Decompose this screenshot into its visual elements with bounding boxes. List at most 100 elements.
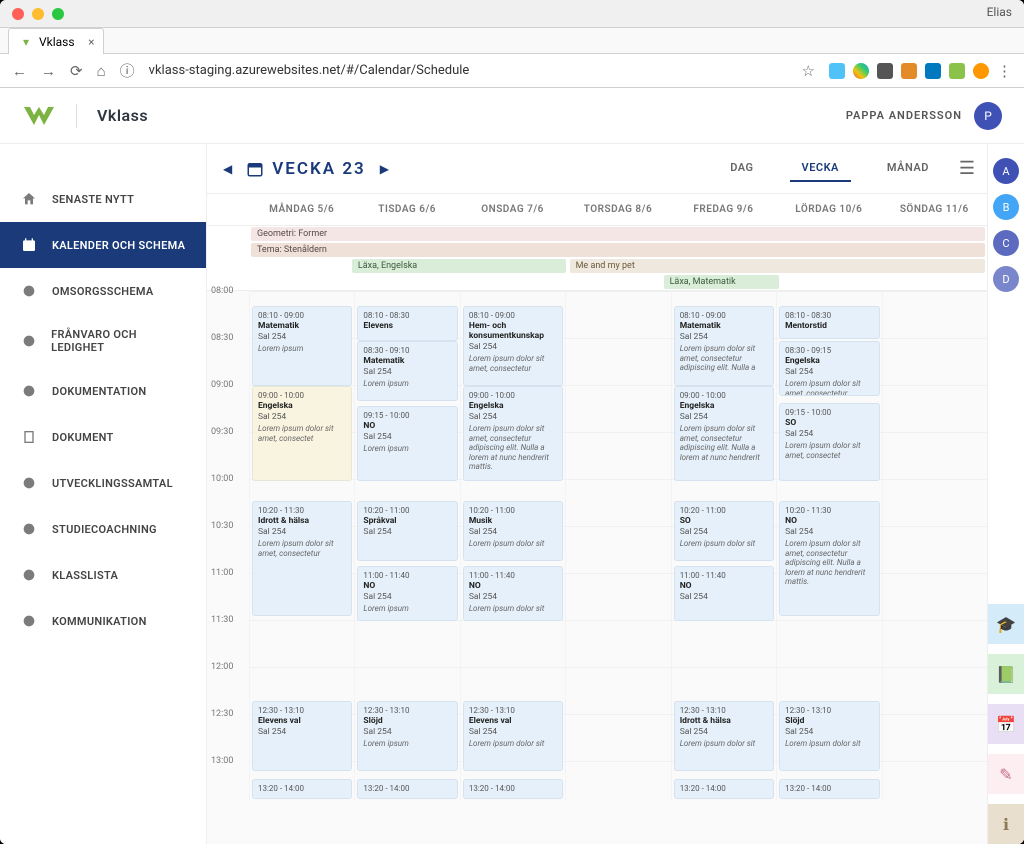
calendar-event[interactable]: 13:20 - 14:00 [674,779,774,799]
extension-icon[interactable] [853,63,869,79]
rail-avatar-c[interactable]: C [993,230,1019,256]
rail-tab-0[interactable]: 🎓 [988,604,1024,644]
calendar-event[interactable]: 09:00 - 10:00EngelskaSal 254Lorem ipsum … [252,386,352,481]
calendar-event[interactable]: 13:20 - 14:00 [779,779,879,799]
window-minimize-button[interactable] [32,8,44,20]
calendar-event[interactable]: 09:15 - 10:00SOSal 254Lorem ipsum dolor … [779,403,879,481]
day-header-0[interactable]: MÅNDAG 5/6 [249,194,354,225]
sidebar-item-9[interactable]: KOMMUNIKATION [0,598,206,644]
calendar-event[interactable]: 09:00 - 10:00EngelskaSal 254Lorem ipsum … [463,386,563,481]
sidebar-item-3[interactable]: FRÅNVARO OCH LEDIGHET [0,314,206,368]
extension-icon[interactable] [877,63,893,79]
day-header-4[interactable]: FREDAG 9/6 [671,194,776,225]
extension-icon[interactable] [973,63,989,79]
calendar-event[interactable]: 10:20 - 11:30NOSal 254Lorem ipsum dolor … [779,501,879,616]
browser-tab[interactable]: ▾ Vklass × [8,28,104,54]
user-avatar[interactable]: P [974,102,1002,130]
calendar-event[interactable]: 08:10 - 09:00MatematikSal 254Lorem ipsum [252,306,352,386]
calendar-event[interactable]: 08:30 - 09:10MatematikSal 254Lorem ipsum [357,341,457,401]
rail-avatar-a[interactable]: A [993,158,1019,184]
sidebar-item-8[interactable]: KLASSLISTA [0,552,206,598]
time-label: 08:30 [211,333,233,343]
calendar-event[interactable]: 08:10 - 09:00MatematikSal 254Lorem ipsum… [674,306,774,386]
calendar-event[interactable]: 12:30 - 13:10Idrott & hälsaSal 254Lorem … [674,701,774,771]
calendar-event[interactable]: 10:20 - 11:00MusikSal 254Lorem ipsum dol… [463,501,563,561]
view-month[interactable]: MÅNAD [875,155,941,182]
allday-event[interactable]: Tema: Stenåldern [251,243,985,257]
app-header: Vklass PAPPA ANDERSSON P [0,88,1024,144]
time-label: 08:00 [211,286,233,296]
next-week-button[interactable]: ▶ [376,158,393,180]
sidebar-item-5[interactable]: DOKUMENT [0,414,206,460]
calendar-event[interactable]: 12:30 - 13:10Elevens valSal 254Lorem ips… [463,701,563,771]
day-header-3[interactable]: TORSDAG 8/6 [565,194,670,225]
extension-icon[interactable] [925,63,941,79]
calendar-event[interactable]: 11:00 - 11:40NOSal 254Lorem ipsum dolor … [463,566,563,621]
calendar-event[interactable]: 12:30 - 13:10Elevens valSal 254 [252,701,352,771]
calendar-event[interactable]: 08:10 - 09:00Hem- och konsumentkunskapSa… [463,306,563,386]
allday-event[interactable]: Geometri: Former [251,227,985,241]
tab-close-button[interactable]: × [88,35,94,49]
reload-button[interactable]: ⟳ [70,62,83,80]
view-week[interactable]: VECKA [790,155,851,182]
address-bar[interactable]: vklass-staging.azurewebsites.net/#/Calen… [149,63,788,78]
forward-button[interactable]: → [41,62,56,80]
view-day[interactable]: DAG [718,155,765,182]
time-label: 12:00 [211,662,233,672]
home-button[interactable]: ⌂ [97,62,106,80]
rail-tab-4[interactable]: ℹ [988,804,1024,844]
rail-avatar-b[interactable]: B [993,194,1019,220]
extension-icon[interactable] [949,63,965,79]
prev-week-button[interactable]: ◀ [219,158,236,180]
calendar-event[interactable]: 10:20 - 11:00SOSal 254Lorem ipsum dolor … [674,501,774,561]
calendar-event[interactable]: 12:30 - 13:10SlöjdSal 254Lorem ipsum dol… [779,701,879,771]
allday-event[interactable]: Läxa, Engelska [352,259,566,273]
calendar-event[interactable]: 11:00 - 11:40NOSal 254Lorem ipsum [357,566,457,621]
window-close-button[interactable] [12,8,24,20]
calendar-event[interactable]: 10:20 - 11:30Idrott & hälsaSal 254Lorem … [252,501,352,616]
calendar-icon [246,160,264,178]
day-header-2[interactable]: ONSDAG 7/6 [460,194,565,225]
sidebar-item-4[interactable]: DOKUMENTATION [0,368,206,414]
sidebar-item-7[interactable]: STUDIECOACHNING [0,506,206,552]
care-icon [20,282,38,300]
calendar-event[interactable]: 13:20 - 14:00 [357,779,457,799]
calendar-event[interactable]: 11:00 - 11:40NOSal 254 [674,566,774,621]
sidebar-item-0[interactable]: SENASTE NYTT [0,176,206,222]
calendar-event[interactable]: 13:20 - 14:00 [252,779,352,799]
site-info-icon[interactable]: ⓘ [120,60,135,81]
calendar-event[interactable]: 09:15 - 10:00NOSal 254Lorem ipsum [357,406,457,481]
sidebar-item-1[interactable]: KALENDER OCH SCHEMA [0,222,206,268]
sidebar-item-2[interactable]: OMSORGSSCHEMA [0,268,206,314]
extension-icon[interactable] [829,63,845,79]
user-name[interactable]: PAPPA ANDERSSON [846,109,962,122]
rail-tab-2[interactable]: 📅 [988,704,1024,744]
study-icon [20,520,38,538]
calendar-event[interactable]: 10:20 - 11:00SpråkvalSal 254 [357,501,457,561]
day-column-5: 08:10 - 08:30Mentorstid08:30 - 09:15Enge… [776,291,881,801]
calendar-toolbar: ◀ VECKA 23 ▶ DAG VECKA MÅNAD ☰ [207,144,987,194]
calendar-event[interactable]: 09:00 - 10:00EngelskaSal 254Lorem ipsum … [674,386,774,481]
rail-tab-1[interactable]: 📗 [988,654,1024,694]
rail-avatar-d[interactable]: D [993,266,1019,292]
days-header: MÅNDAG 5/6TISDAG 6/6ONSDAG 7/6TORSDAG 8/… [207,194,987,226]
extension-icon[interactable] [901,63,917,79]
allday-event[interactable]: Läxa, Matematik [664,275,779,289]
list-view-icon[interactable]: ☰ [959,158,975,179]
browser-menu-button[interactable]: ⋮ [997,62,1012,80]
calendar-event[interactable]: 13:20 - 14:00 [463,779,563,799]
day-header-1[interactable]: TISDAG 6/6 [354,194,459,225]
allday-event[interactable]: Me and my pet [570,259,985,273]
back-button[interactable]: ← [12,62,27,80]
day-header-5[interactable]: LÖRDAG 10/6 [776,194,881,225]
calendar-event[interactable]: 08:10 - 08:30Mentorstid [779,306,879,339]
sidebar-item-6[interactable]: UTVECKLINGSSAMTAL [0,460,206,506]
bookmark-star-button[interactable]: ☆ [802,62,815,80]
calendar-event[interactable]: 08:30 - 09:15EngelskaSal 254Lorem ipsum … [779,341,879,396]
rail-tab-3[interactable]: ✎ [988,754,1024,794]
window-maximize-button[interactable] [52,8,64,20]
day-header-6[interactable]: SÖNDAG 11/6 [882,194,987,225]
calendar-event[interactable]: 08:10 - 08:30Elevens [357,306,457,341]
browser-profile-name: Elias [987,5,1012,19]
calendar-event[interactable]: 12:30 - 13:10SlöjdSal 254Lorem ipsum [357,701,457,771]
